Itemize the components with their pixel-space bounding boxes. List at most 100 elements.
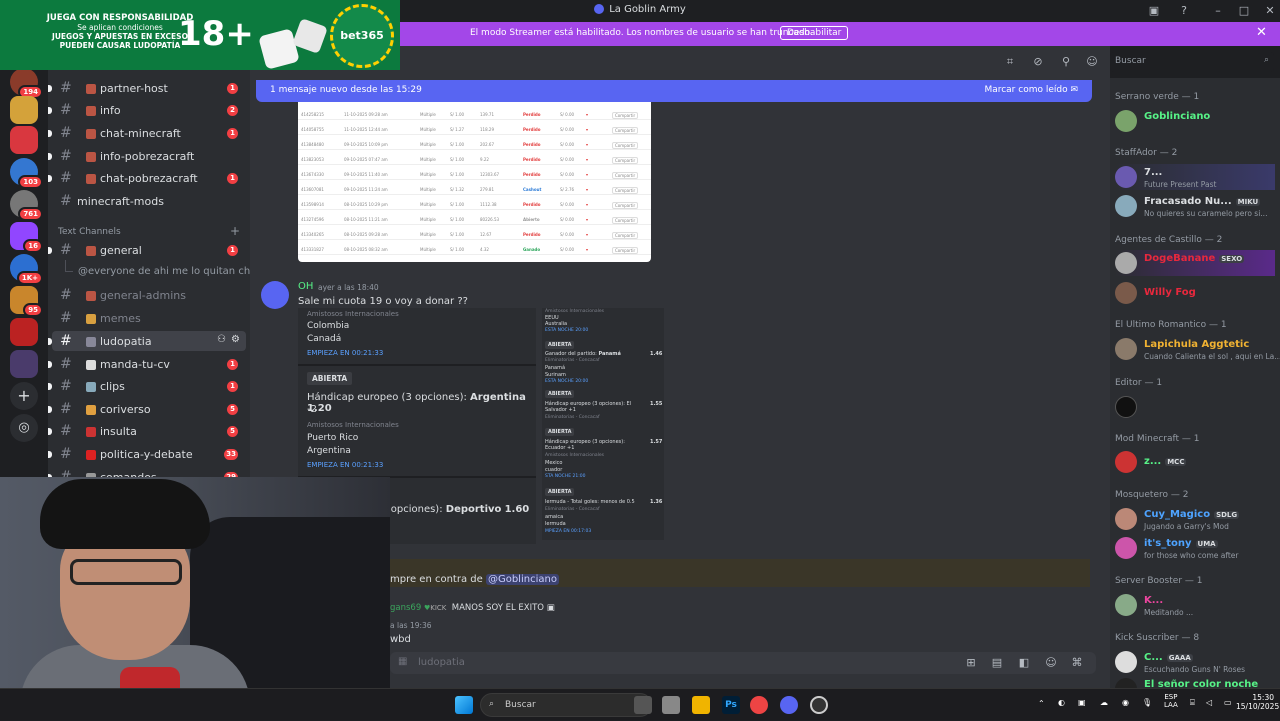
message-author[interactable]: OH bbox=[298, 281, 313, 292]
bet-history-cell: 413674330 bbox=[301, 172, 324, 177]
minimize-button[interactable]: – bbox=[1210, 3, 1226, 19]
chevron-down-icon: ▾ bbox=[586, 142, 589, 147]
server-icon[interactable]: 95 bbox=[10, 286, 43, 317]
windows-start-icon[interactable] bbox=[455, 696, 473, 714]
avatar[interactable] bbox=[261, 281, 289, 309]
mic-icon[interactable]: 🎙 bbox=[1142, 698, 1152, 707]
channel-minecraft-mods[interactable]: # minecraft-mods bbox=[48, 191, 250, 211]
gear-icon[interactable]: ⚙ bbox=[231, 334, 240, 345]
channel-partner-host[interactable]: # partner-host 1 bbox=[48, 78, 250, 98]
threads-icon[interactable]: ⌗ bbox=[1004, 56, 1016, 68]
channel-info-pobrezacraft[interactable]: # info-pobrezacraft bbox=[48, 146, 250, 166]
help-icon[interactable]: ? bbox=[1176, 3, 1192, 19]
search-input[interactable]: Buscar ⌕ bbox=[1110, 52, 1274, 72]
channel-clips[interactable]: # clips 1 bbox=[48, 376, 250, 396]
close-button[interactable]: ✕ bbox=[1262, 3, 1278, 19]
member-item[interactable]: Goblinciano bbox=[1115, 108, 1275, 134]
channel-chat-pobrezacraft[interactable]: # chat-pobrezacraft 1 bbox=[48, 168, 250, 188]
message-author[interactable]: gans69 bbox=[390, 603, 421, 613]
user-mention[interactable]: @Goblinciano bbox=[485, 574, 559, 585]
tray-icon[interactable]: ◉ bbox=[1122, 698, 1129, 707]
explore-icon[interactable]: ◎ bbox=[10, 414, 38, 442]
member-item[interactable] bbox=[1115, 394, 1275, 420]
bet-slip-image-right[interactable]: Amistosos Internacionales EEUU Australia… bbox=[542, 308, 664, 540]
channel-politica-y-debate[interactable]: # politica-y-debate 33 bbox=[48, 444, 250, 464]
pin-icon[interactable]: ⚲ bbox=[1060, 56, 1072, 68]
message-timestamp: ayer a las 18:40 bbox=[318, 283, 379, 292]
taskbar-search[interactable]: ⌕ Buscar bbox=[480, 693, 652, 717]
member-item[interactable]: it's_tony UMA for those who come after bbox=[1115, 535, 1275, 561]
clock[interactable]: 15:30 15/10/2025 bbox=[1236, 693, 1279, 711]
channel-general-admins[interactable]: # general-admins bbox=[48, 285, 250, 305]
obs-icon[interactable] bbox=[810, 696, 828, 714]
server-icon[interactable]: 761 bbox=[10, 190, 43, 221]
server-icon[interactable]: 103 bbox=[10, 158, 43, 189]
thread-item[interactable]: @everyone de ahi me lo quitan ch... bbox=[78, 266, 250, 277]
battery-icon[interactable]: ▭ bbox=[1224, 698, 1232, 707]
add-channel-icon[interactable]: + bbox=[230, 224, 240, 238]
channel-chat-minecraft[interactable]: # chat-minecraft 1 bbox=[48, 123, 250, 143]
task-view-icon[interactable] bbox=[634, 696, 652, 714]
message-row: gans69 ♥KICK MANOS SOY EL EXITO ▣ bbox=[390, 603, 555, 613]
member-item[interactable]: Lapichula Aggtetic Cuando Calienta el sol… bbox=[1115, 336, 1280, 362]
channel-manda-tu-cv[interactable]: # manda-tu-cv 1 bbox=[48, 354, 250, 374]
cloud-icon[interactable]: ☁ bbox=[1100, 698, 1108, 707]
bet-history-cell: 09-10-2025 11:24 am bbox=[344, 187, 388, 192]
server-icon[interactable] bbox=[10, 350, 38, 378]
server-icon[interactable] bbox=[10, 126, 38, 154]
member-item[interactable]: K... Meditando ... bbox=[1115, 592, 1275, 618]
network-icon[interactable]: ⌸ bbox=[1190, 698, 1195, 708]
member-item[interactable]: Willy Fog bbox=[1115, 280, 1275, 306]
emoji-icon bbox=[86, 405, 96, 415]
emoji-icon[interactable]: ☺ bbox=[1044, 656, 1058, 670]
member-item[interactable]: Cuy_Magico SDLG Jugando a Garry's Mod bbox=[1115, 506, 1275, 532]
chevron-up-icon[interactable]: ⌃ bbox=[1038, 699, 1045, 708]
member-list-icon[interactable]: ☺ bbox=[1086, 56, 1098, 68]
tray-icon[interactable]: ◐ bbox=[1058, 698, 1065, 707]
category-text-channels[interactable]: Text Channels bbox=[58, 227, 121, 237]
bet-history-cell: Múltiple bbox=[420, 217, 436, 222]
app-icon[interactable] bbox=[662, 696, 680, 714]
member-item[interactable]: Fracasado Nu... MIKU No quieres su caramel… bbox=[1115, 193, 1275, 219]
gif-icon[interactable]: ▤ bbox=[990, 656, 1004, 670]
add-server-icon[interactable]: + bbox=[10, 382, 38, 410]
discord-icon[interactable] bbox=[780, 696, 798, 714]
new-messages-bar[interactable]: 1 mensaje nuevo desde las 15:29 Marcar c… bbox=[256, 80, 1092, 102]
volume-icon[interactable]: ◁ bbox=[1206, 698, 1212, 707]
channel-info[interactable]: # info 2 bbox=[48, 100, 250, 120]
member-item[interactable]: 7... Future Present Past bbox=[1115, 164, 1275, 190]
chrome-icon[interactable] bbox=[750, 696, 768, 714]
member-item[interactable]: C... GAAA Escuchando Guns N' Roses bbox=[1115, 649, 1275, 675]
inbox-icon[interactable]: ▣ bbox=[1146, 3, 1162, 19]
channel-memes[interactable]: # memes bbox=[48, 308, 250, 328]
gift-icon[interactable]: ⊞ bbox=[964, 656, 978, 670]
bet-history-row: 413598914 08-10-2025 10:29 pm Múltiple S/ 1… bbox=[298, 198, 651, 210]
server-icon[interactable] bbox=[10, 318, 38, 346]
tray-icon[interactable]: ▣ bbox=[1078, 698, 1086, 707]
close-icon[interactable]: ✕ bbox=[1256, 25, 1267, 40]
twitch-server-icon[interactable]: 16 bbox=[10, 222, 43, 253]
bet-history-screenshot[interactable]: 414258215 11-10-2025 09:28 am Múltiple S/ 1… bbox=[298, 102, 651, 262]
file-explorer-icon[interactable] bbox=[692, 696, 710, 714]
photoshop-icon[interactable]: Ps bbox=[722, 696, 740, 714]
channel-insulta[interactable]: # insulta 5 bbox=[48, 421, 250, 441]
language-indicator[interactable]: ESP LAA bbox=[1164, 693, 1178, 709]
channel-coriverso[interactable]: # coriverso 5 bbox=[48, 399, 250, 419]
mark-as-read-button[interactable]: Marcar como leído ✉ bbox=[984, 85, 1078, 95]
channel-ludopatia[interactable]: # ludopatia ⚇ ⚙ bbox=[48, 331, 246, 351]
server-icon[interactable]: 194 bbox=[10, 68, 43, 99]
game-icon[interactable]: ⌘ bbox=[1070, 656, 1084, 670]
invite-icon[interactable]: ⚇ bbox=[217, 334, 226, 345]
member-item[interactable]: El señor color noche bbox=[1115, 676, 1275, 688]
channel-general[interactable]: # general 1 bbox=[48, 240, 250, 260]
server-icon[interactable]: 1K+ bbox=[10, 254, 43, 285]
disable-streamer-button[interactable]: Deshabilitar bbox=[780, 26, 849, 40]
maximize-button[interactable]: □ bbox=[1236, 3, 1252, 19]
member-item[interactable]: z... MCC bbox=[1115, 449, 1275, 475]
sticker-icon[interactable]: ◧ bbox=[1017, 656, 1031, 670]
member-item[interactable]: DogeBanane SEXO bbox=[1115, 250, 1275, 276]
avatar bbox=[1115, 166, 1137, 188]
server-icon[interactable] bbox=[10, 96, 38, 124]
message-composer[interactable]: ▦ ludopatia ⊞ ▤ ◧ ☺ ⌘ bbox=[390, 652, 1096, 674]
notification-bell-icon[interactable]: ⊘ bbox=[1032, 56, 1044, 68]
